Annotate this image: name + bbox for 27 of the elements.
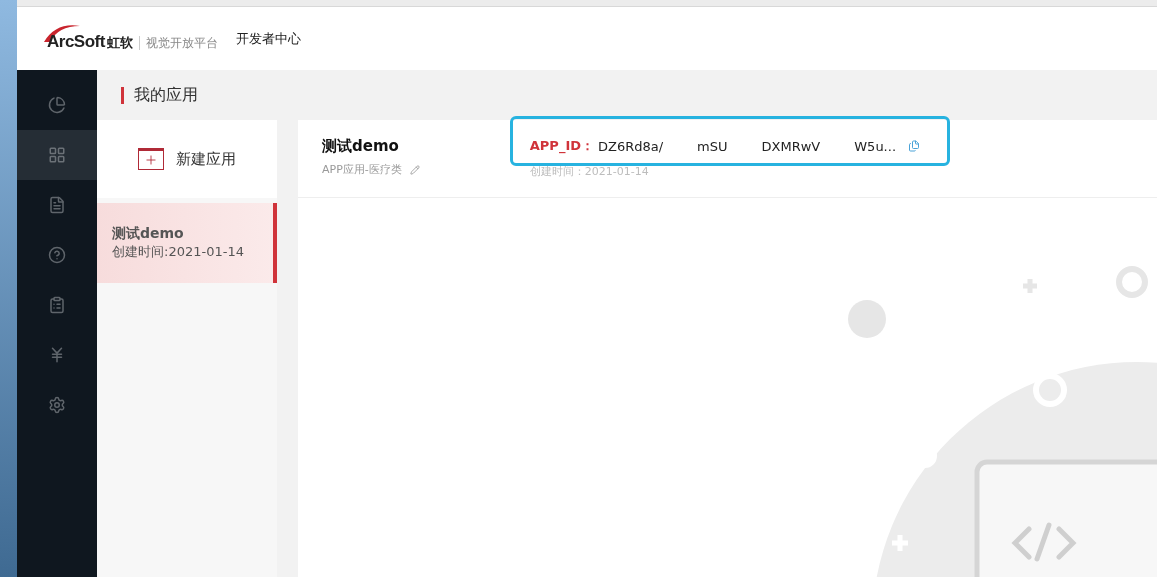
sidebar-icon [48,146,66,164]
page-title: 我的应用 [134,84,198,106]
sidebar-icon [48,396,66,414]
app-name: 测试demo [112,225,185,243]
brand-chinese-name: 虹软 [106,33,133,52]
app-category: APP应用-医疗类 [322,162,402,177]
sidebar-icon [48,296,66,314]
app-id-text: DXMRwV [761,138,821,154]
copy-icon[interactable] [908,140,920,152]
app-id-label: APP_ID： [529,137,594,155]
app-id-text: W5u... [854,138,896,154]
nav-title[interactable]: 开发者中心 [235,29,301,48]
app-list-item[interactable]: 测试demo 创建时间:2021-01-14 [97,203,277,283]
platform-name: 视觉开放平台 [145,34,218,52]
add-window-icon [138,148,164,170]
new-app-button[interactable]: 新建应用 [97,120,277,198]
app-created-date: 创建时间:2021-01-14 [112,243,245,261]
app-id-text: mSU [697,138,728,154]
sidebar-icon [48,96,66,114]
sidebar-icon [48,246,66,264]
app-id-text: DZ6Rd8a/ [598,138,664,154]
created-date: 创建时间：2021-01-14 [529,164,650,179]
edit-icon[interactable] [409,164,420,175]
brand-name: ArcSoft [47,31,105,52]
sidebar-item[interactable] [17,130,97,180]
sidebar-icon [48,196,66,214]
app-name: 测试demo [322,137,400,156]
